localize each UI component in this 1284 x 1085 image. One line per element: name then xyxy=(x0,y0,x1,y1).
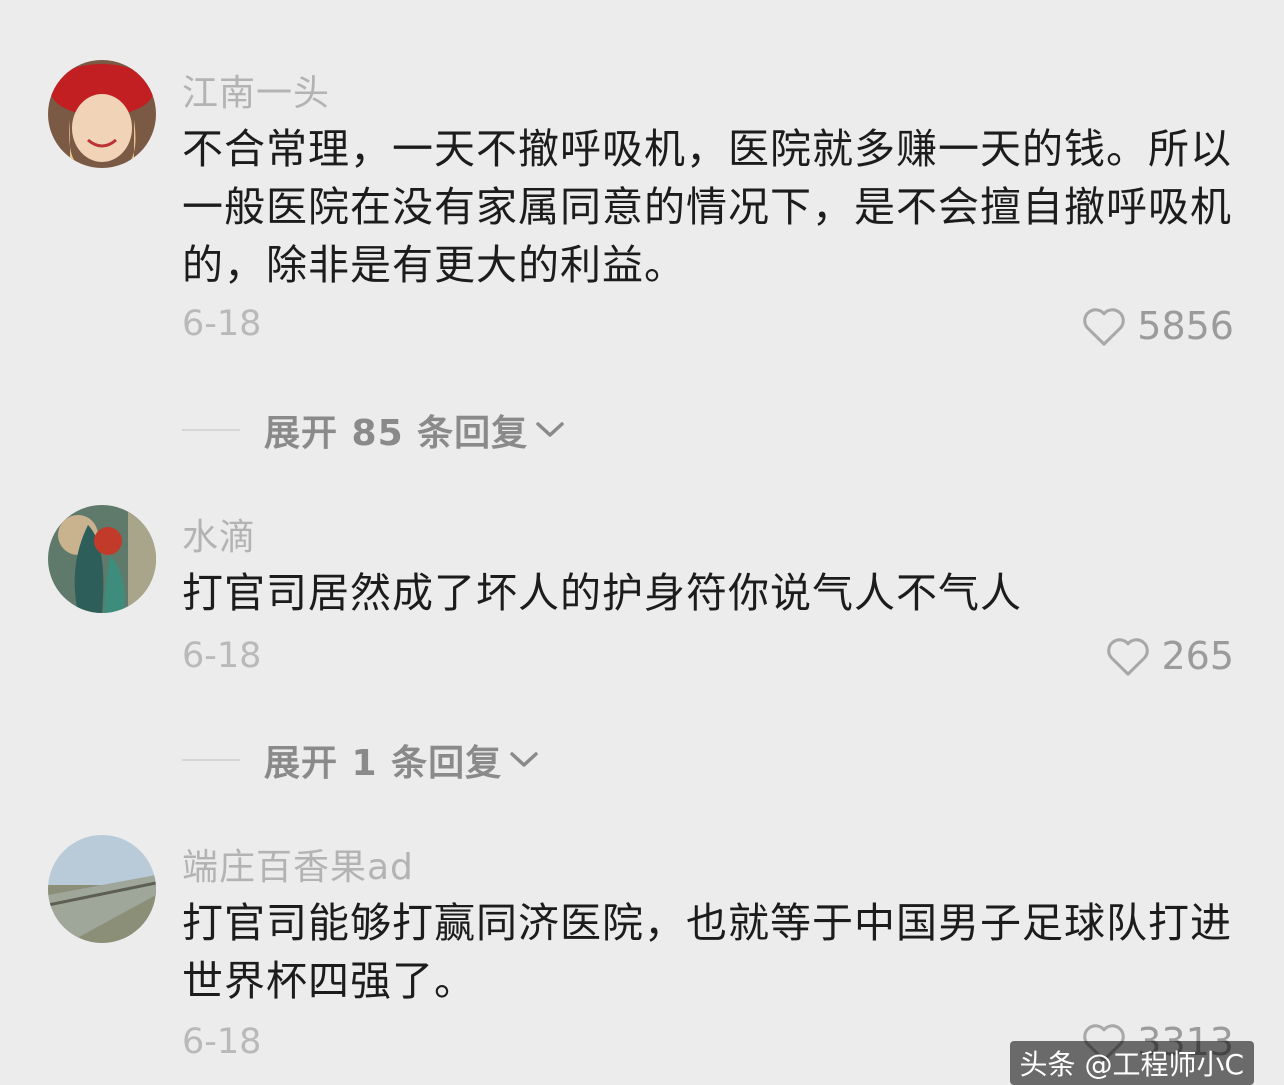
watermark: 头条 @工程师小C xyxy=(1009,1041,1254,1085)
like-button[interactable]: 265 xyxy=(1105,634,1234,678)
avatar[interactable] xyxy=(48,60,156,168)
username[interactable]: 水滴 xyxy=(182,508,256,560)
like-count: 265 xyxy=(1161,634,1234,678)
like-button[interactable]: 5856 xyxy=(1081,304,1234,348)
expand-replies-label: 展开 1 条回复 xyxy=(264,743,503,784)
comment-date: 6-18 xyxy=(182,636,262,676)
heart-icon xyxy=(1105,635,1151,677)
expand-replies-button[interactable]: 展开 1 条回复 xyxy=(182,734,540,786)
comment-text: 打官司能够打赢同济医院，也就等于中国男子足球队打进世界杯四强了。 xyxy=(182,899,1232,1005)
chevron-down-icon xyxy=(508,750,540,774)
divider xyxy=(182,429,240,431)
avatar[interactable] xyxy=(48,505,156,613)
heart-icon xyxy=(1081,305,1127,347)
divider xyxy=(182,759,240,761)
comment-date: 6-18 xyxy=(182,1022,262,1062)
comment-date: 6-18 xyxy=(182,304,262,344)
avatar[interactable] xyxy=(48,835,156,943)
expand-replies-label: 展开 85 条回复 xyxy=(264,413,529,454)
like-count: 5856 xyxy=(1137,304,1234,348)
comment-text: 打官司居然成了坏人的护身符你说气人不气人 xyxy=(182,569,1022,617)
chevron-down-icon xyxy=(534,420,566,444)
comment-text: 不合常理，一天不撤呼吸机，医院就多赚一天的钱。所以一般医院在没有家属同意的情况下… xyxy=(182,125,1232,289)
username[interactable]: 江南一头 xyxy=(182,64,330,116)
username[interactable]: 端庄百香果ad xyxy=(182,838,414,890)
expand-replies-button[interactable]: 展开 85 条回复 xyxy=(182,404,566,456)
